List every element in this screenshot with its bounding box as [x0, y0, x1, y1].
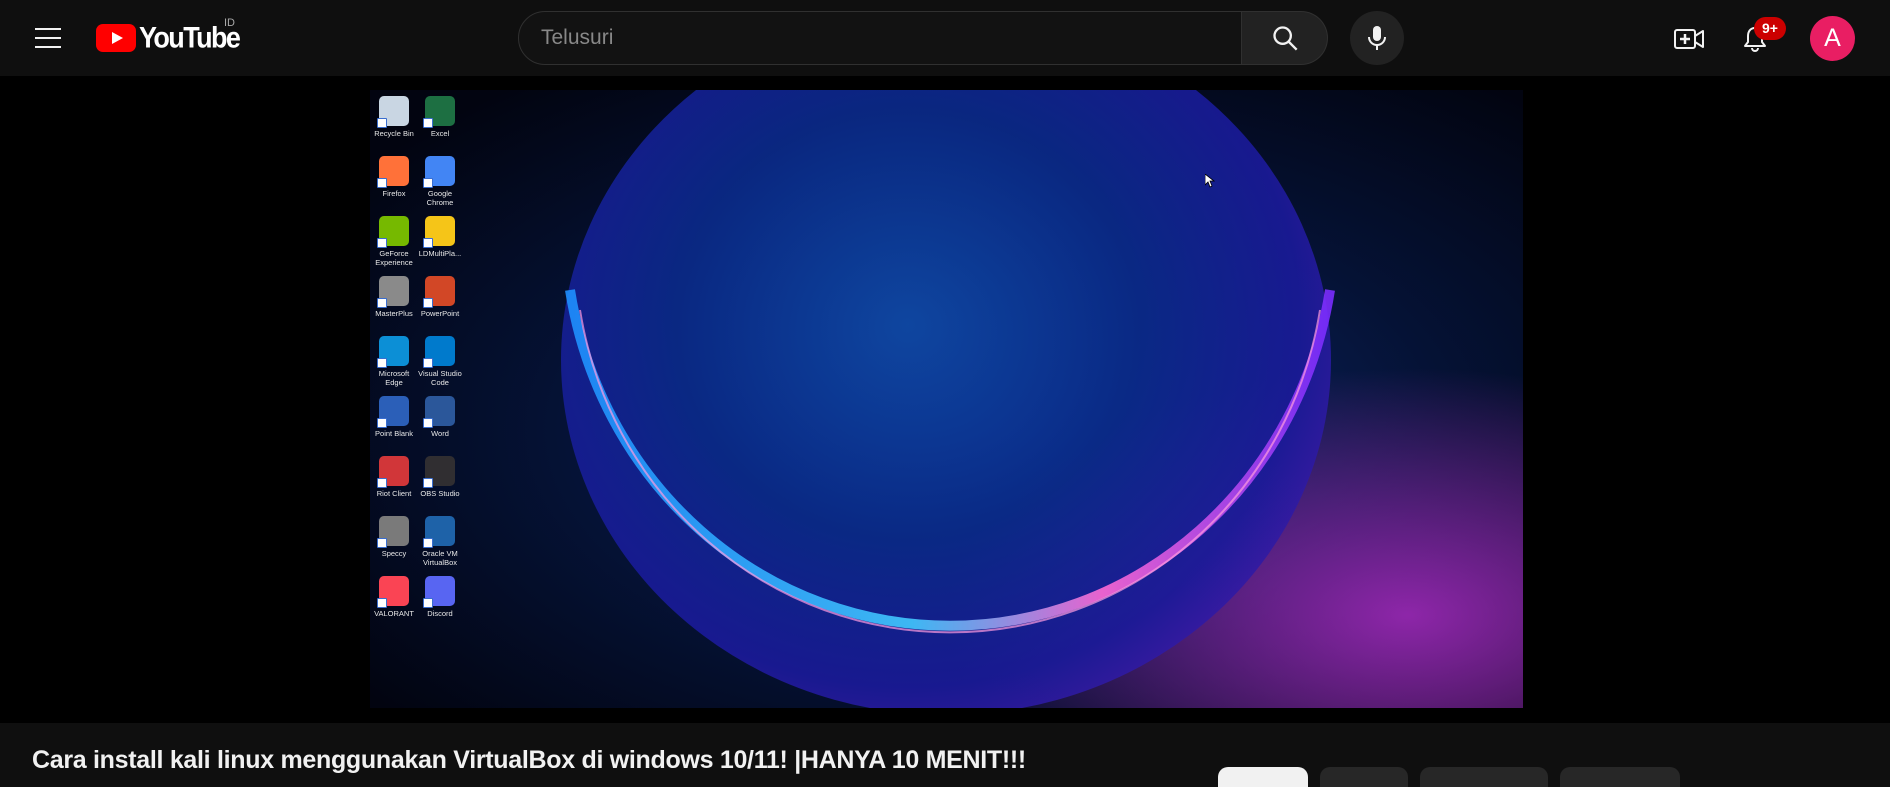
- desktop-shortcut-label: Firefox: [382, 189, 406, 198]
- desktop-shortcut-label: Riot Client: [376, 489, 412, 498]
- app-icon: [377, 156, 409, 188]
- app-icon: [423, 96, 455, 128]
- voice-search-button[interactable]: [1350, 11, 1404, 65]
- hamburger-icon: [35, 37, 61, 39]
- account-avatar[interactable]: A: [1810, 16, 1855, 61]
- desktop-shortcut-label: Speccy: [381, 549, 407, 558]
- app-icon: [423, 456, 455, 488]
- search-button[interactable]: [1242, 11, 1328, 65]
- masthead: YouTube ID 9+ A: [0, 0, 1890, 76]
- desktop-shortcut-label: Word: [431, 429, 449, 438]
- desktop-shortcut-google-chrome[interactable]: Google Chrome: [418, 156, 462, 207]
- app-icon: [377, 516, 409, 548]
- microphone-icon: [1368, 26, 1386, 50]
- desktop-shortcut-label: Oracle VM VirtualBox: [422, 549, 458, 567]
- desktop-shortcut-label: Discord: [427, 609, 453, 618]
- desktop-shortcut-masterplus[interactable]: MasterPlus: [372, 276, 416, 318]
- logo-country-code: ID: [224, 17, 235, 29]
- desktop-shortcut-label: GeForce Experience: [375, 249, 413, 267]
- desktop-shortcut-geforce-experience[interactable]: GeForce Experience: [372, 216, 416, 267]
- desktop-shortcut-label: Microsoft Edge: [378, 369, 410, 387]
- app-icon: [423, 276, 455, 308]
- desktop-shortcut-label: Recycle Bin: [374, 129, 414, 138]
- action-chip[interactable]: [1420, 767, 1548, 787]
- desktop-shortcut-recycle-bin[interactable]: Recycle Bin: [372, 96, 416, 138]
- app-icon: [423, 216, 455, 248]
- create-video-button[interactable]: [1668, 18, 1710, 60]
- app-icon: [423, 336, 455, 368]
- desktop-shortcut-label: OBS Studio: [420, 489, 460, 498]
- desktop-shortcut-valorant[interactable]: VALORANT: [372, 576, 416, 618]
- youtube-play-icon: [96, 24, 136, 52]
- desktop-shortcut-point-blank[interactable]: Point Blank: [372, 396, 416, 438]
- search-input[interactable]: [541, 12, 1221, 64]
- guide-menu-button[interactable]: [28, 18, 68, 58]
- app-icon: [377, 276, 409, 308]
- desktop-shortcut-riot-client[interactable]: Riot Client: [372, 456, 416, 498]
- app-icon: [377, 216, 409, 248]
- mouse-cursor-icon: [1205, 174, 1215, 188]
- desktop-shortcut-label: Google Chrome: [426, 189, 454, 207]
- action-chip[interactable]: [1560, 767, 1680, 787]
- action-chip[interactable]: [1218, 767, 1308, 787]
- video-camera-add-icon: [1674, 29, 1704, 49]
- app-icon: [377, 576, 409, 608]
- desktop-shortcut-label: MasterPlus: [375, 309, 413, 318]
- video-info-section: Cara install kali linux menggunakan Virt…: [0, 723, 1890, 787]
- windows-bloom-wallpaper: [370, 90, 1523, 708]
- app-icon: [423, 396, 455, 428]
- app-icon: [377, 456, 409, 488]
- app-icon: [377, 396, 409, 428]
- desktop-shortcut-label: VALORANT: [374, 609, 414, 618]
- search-icon: [1272, 26, 1297, 51]
- app-icon: [423, 516, 455, 548]
- app-icon: [423, 576, 455, 608]
- notification-count-badge: 9+: [1754, 17, 1786, 40]
- desktop-shortcut-visual-studio-code[interactable]: Visual Studio Code: [418, 336, 462, 387]
- desktop-shortcut-powerpoint[interactable]: PowerPoint: [418, 276, 462, 318]
- desktop-shortcut-label: Point Blank: [375, 429, 413, 438]
- youtube-logo[interactable]: YouTube: [96, 21, 241, 54]
- action-chip[interactable]: [1320, 767, 1408, 787]
- desktop-shortcut-label: PowerPoint: [420, 309, 460, 318]
- desktop-shortcut-obs-studio[interactable]: OBS Studio: [418, 456, 462, 498]
- desktop-shortcut-word[interactable]: Word: [418, 396, 462, 438]
- app-icon: [377, 336, 409, 368]
- desktop-shortcut-ldmultipla[interactable]: LDMultiPla...: [418, 216, 462, 258]
- search-box: [518, 11, 1242, 65]
- desktop-shortcut-label: LDMultiPla...: [418, 249, 462, 258]
- desktop-shortcut-label: Excel: [430, 129, 450, 138]
- desktop-shortcut-speccy[interactable]: Speccy: [372, 516, 416, 558]
- desktop-shortcut-excel[interactable]: Excel: [418, 96, 462, 138]
- video-player[interactable]: Recycle Bin Excel Firefox Google Chrome GeFo…: [370, 90, 1523, 708]
- video-player-area: Recycle Bin Excel Firefox Google Chrome GeFo…: [0, 76, 1890, 723]
- app-icon: [377, 96, 409, 128]
- desktop-shortcut-oracle-vm-virtualbox[interactable]: Oracle VM VirtualBox: [418, 516, 462, 567]
- app-icon: [423, 156, 455, 188]
- desktop-shortcut-firefox[interactable]: Firefox: [372, 156, 416, 198]
- desktop-shortcut-microsoft-edge[interactable]: Microsoft Edge: [372, 336, 416, 387]
- hamburger-icon: [35, 46, 61, 48]
- video-title: Cara install kali linux menggunakan Virt…: [32, 746, 1026, 774]
- desktop-shortcut-label: Visual Studio Code: [418, 369, 462, 387]
- hamburger-icon: [35, 28, 61, 30]
- desktop-shortcut-discord[interactable]: Discord: [418, 576, 462, 618]
